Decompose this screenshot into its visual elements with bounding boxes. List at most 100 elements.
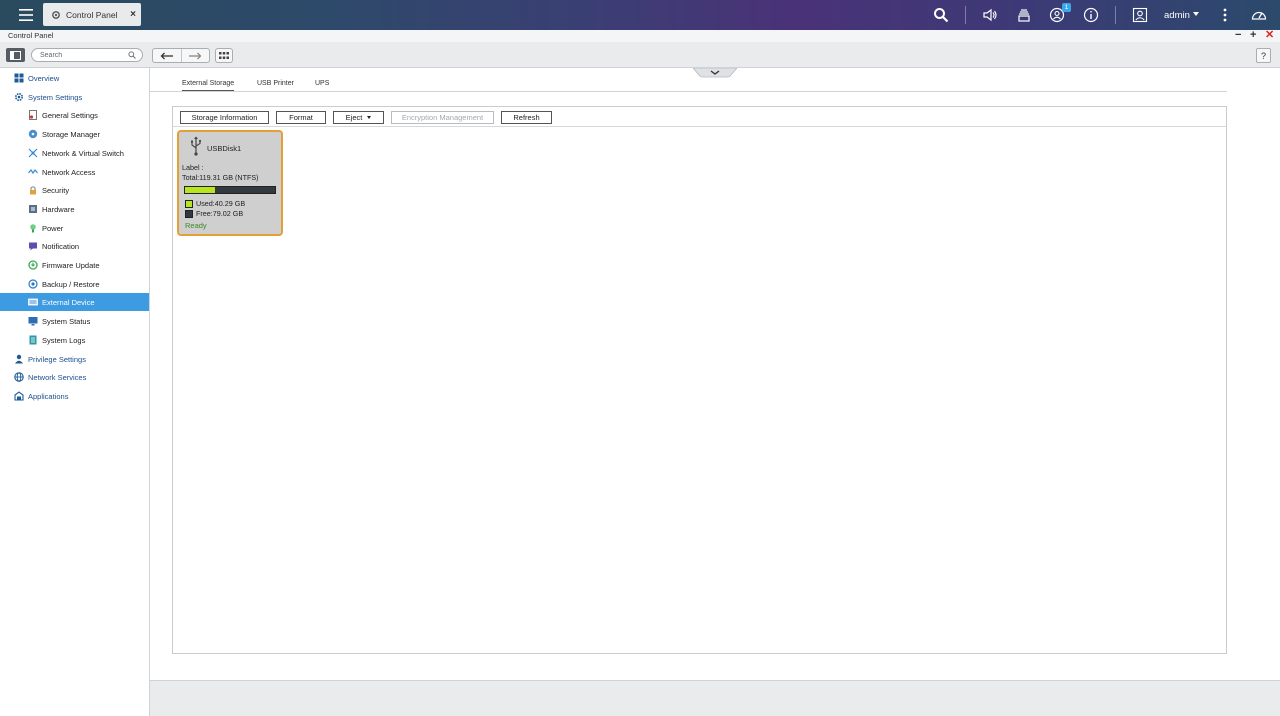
sidebar-item-label: Backup / Restore: [42, 279, 100, 289]
sidebar-item-label: Applications: [28, 391, 69, 401]
control-panel-app-tab[interactable]: Control Panel ×: [43, 3, 141, 26]
sidebar-item-label: Privilege Settings: [28, 354, 86, 364]
sidebar-item-privilege-settings[interactable]: Privilege Settings: [0, 350, 149, 368]
grid-view-button[interactable]: [215, 48, 233, 63]
sidebar-item-notification[interactable]: Notification: [0, 237, 149, 255]
window-title-bar: Control Panel − + ✕: [0, 29, 1280, 42]
sidebar-item-firmware-update[interactable]: Firmware Update: [0, 256, 149, 274]
sidebar-item-label: System Settings: [28, 92, 83, 102]
taskbar: Control Panel × 1 admin: [0, 0, 1280, 30]
disk-total: Total:119.31 GB (NTFS): [182, 173, 259, 182]
eject-button[interactable]: Eject: [333, 111, 384, 124]
lock-icon: [28, 185, 38, 195]
encryption-management-button[interactable]: Encryption Management: [391, 111, 494, 124]
external-storage-panel: Storage Information Format Eject Encrypt…: [172, 106, 1227, 654]
separator: [1115, 6, 1116, 24]
sidebar-item-security[interactable]: Security: [0, 181, 149, 199]
used-swatch: [185, 199, 193, 208]
background-tasks-button[interactable]: [1015, 6, 1033, 24]
dashboard-button[interactable]: [1250, 6, 1268, 24]
disk-status: Ready: [185, 221, 207, 230]
minimize-icon[interactable]: −: [1235, 29, 1241, 41]
refresh-button[interactable]: Refresh: [501, 111, 552, 124]
sidebar-item-overview[interactable]: Overview: [0, 69, 149, 87]
sidebar-item-label: System Logs: [42, 335, 86, 345]
sidebar-item-label: System Status: [42, 316, 91, 326]
chevron-down-icon: [692, 67, 738, 78]
network-switch-icon: [28, 148, 38, 158]
storage-information-button[interactable]: Storage Information: [180, 111, 269, 124]
sidebar-item-label: External Device: [42, 297, 95, 307]
network-access-icon: [28, 167, 38, 177]
notification-icon: [28, 241, 38, 251]
logs-icon: [28, 335, 38, 345]
app-tab-label: Control Panel: [66, 9, 118, 20]
sidebar-item-label: Notification: [42, 241, 80, 251]
search-icon[interactable]: [128, 51, 136, 59]
sidebar-item-label: Storage Manager: [42, 129, 100, 139]
sidebar-item-applications[interactable]: Applications: [0, 387, 149, 405]
sidebar-item-label: Network & Virtual Switch: [42, 148, 124, 158]
main-menu-button[interactable]: [10, 0, 42, 30]
maximize-icon[interactable]: +: [1250, 29, 1256, 41]
sidebar-item-system-logs[interactable]: System Logs: [0, 331, 149, 349]
user-icon: [14, 354, 24, 364]
sidebar-item-label: General Settings: [42, 110, 98, 120]
free-text: Free:79.02 GB: [196, 209, 244, 218]
volume-button[interactable]: [981, 6, 999, 24]
user-avatar-button[interactable]: [1131, 6, 1149, 24]
user-name[interactable]: admin: [1164, 10, 1190, 21]
disk-label: Label :: [182, 163, 204, 172]
hamburger-icon: [19, 9, 33, 21]
storage-toolbar: Storage Information Format Eject Encrypt…: [173, 107, 1226, 127]
sidebar-item-network-services[interactable]: Network Services: [0, 368, 149, 386]
avatar-icon: [1132, 7, 1148, 23]
search-input[interactable]: [40, 51, 126, 60]
notifications-button[interactable]: 1: [1048, 3, 1071, 24]
sidebar-item-system-settings[interactable]: System Settings: [0, 88, 149, 106]
info-button[interactable]: [1082, 6, 1100, 24]
sidebar-item-network-access[interactable]: Network Access: [0, 163, 149, 181]
sidebar-item-general-settings[interactable]: General Settings: [0, 106, 149, 124]
sidebar-item-external-device[interactable]: External Device: [0, 293, 149, 311]
sidebar-item-hardware[interactable]: Hardware: [0, 200, 149, 218]
search-button[interactable]: [932, 6, 950, 24]
sidebar-item-label: Network Services: [28, 372, 87, 382]
tasks-stack-icon: [1018, 9, 1030, 22]
format-button[interactable]: Format: [276, 111, 326, 124]
back-button[interactable]: [153, 49, 182, 62]
storage-icon: [28, 129, 38, 139]
sidebar-item-power[interactable]: Power: [0, 219, 149, 237]
sidebar-item-network-virtual-switch[interactable]: Network & Virtual Switch: [0, 144, 149, 162]
gear-icon: [52, 10, 60, 19]
sidebar-item-storage-manager[interactable]: Storage Manager: [0, 125, 149, 143]
chevron-down-icon[interactable]: [1193, 12, 1199, 16]
more-options-button[interactable]: [1216, 6, 1234, 24]
search-icon: [934, 8, 949, 23]
used-text: Used:40.29 GB: [196, 199, 246, 208]
arrow-right-icon: [189, 52, 202, 59]
help-button[interactable]: ?: [1256, 48, 1271, 63]
sidebar-item-backup-restore[interactable]: Backup / Restore: [0, 275, 149, 293]
close-icon[interactable]: ×: [130, 9, 136, 20]
usb-disk-card[interactable]: USBDisk1 Label : Total:119.31 GB (NTFS) …: [177, 130, 283, 236]
sidebar-item-label: Overview: [28, 73, 60, 83]
grid-icon: [219, 52, 229, 59]
gauge-icon: [1251, 11, 1267, 20]
info-icon: [1083, 7, 1099, 23]
sidebar-item-label: Network Access: [42, 167, 96, 177]
forward-button[interactable]: [182, 49, 210, 62]
sidebar-item-system-status[interactable]: System Status: [0, 312, 149, 330]
separator: [965, 6, 966, 24]
collapse-header-handle[interactable]: [692, 67, 738, 78]
external-device-icon: [28, 297, 38, 307]
panel-layout-icon: [10, 50, 21, 60]
sidebar-item-label: Power: [42, 223, 64, 233]
sidebar-item-label: Security: [42, 185, 70, 195]
firmware-icon: [28, 260, 38, 270]
search-field[interactable]: [31, 48, 143, 62]
close-window-icon[interactable]: ✕: [1265, 29, 1274, 41]
home-button[interactable]: [6, 48, 25, 62]
arrow-left-icon: [160, 52, 173, 59]
sidebar-item-label: Firmware Update: [42, 260, 100, 270]
